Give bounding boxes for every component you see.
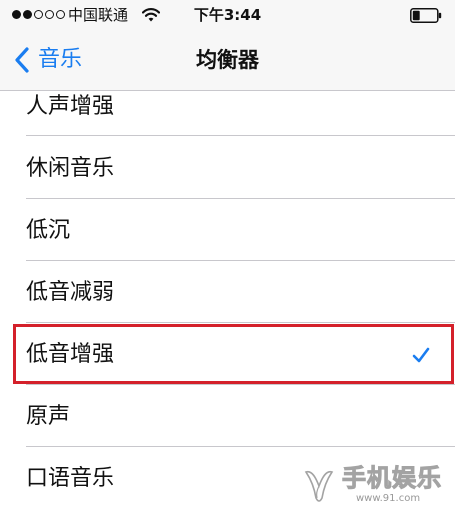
watermark-url: www.91.com xyxy=(356,493,421,504)
watermark: 手机娱乐 www.91.com xyxy=(298,462,450,508)
list-item-label: 口语音乐 xyxy=(26,466,115,491)
list-item-label: 休闲音乐 xyxy=(26,156,115,181)
list-item-label: 低沉 xyxy=(26,218,71,243)
list-item-label: 低音增强 xyxy=(26,342,115,367)
phone-screen: 中国联通 下午3:44 音乐 均衡器 人声增强 休闲音乐 低沉 低音减弱 低音增… xyxy=(0,0,455,510)
status-bar: 中国联通 下午3:44 xyxy=(0,0,455,30)
page-title: 均衡器 xyxy=(196,48,259,72)
list-item[interactable]: 低沉 xyxy=(0,199,455,261)
watermark-logo-icon xyxy=(304,470,334,502)
list-item[interactable]: 低音减弱 xyxy=(0,261,455,323)
clock-time: 下午3:44 xyxy=(193,6,262,24)
list-item[interactable]: 休闲音乐 xyxy=(0,137,455,199)
equalizer-list: 人声增强 休闲音乐 低沉 低音减弱 低音增强 原声 口语音乐 xyxy=(0,91,455,510)
list-item-selected[interactable]: 低音增强 xyxy=(0,323,455,385)
checkmark-icon xyxy=(412,347,430,363)
list-item-label: 原声 xyxy=(26,404,71,429)
list-item[interactable]: 原声 xyxy=(0,385,455,447)
battery-icon xyxy=(410,8,442,23)
watermark-text: 手机娱乐 xyxy=(342,464,442,493)
list-item-label: 低音减弱 xyxy=(26,280,115,305)
list-item-label: 人声增强 xyxy=(26,94,115,119)
divider xyxy=(26,135,455,136)
navigation-bar: 音乐 均衡器 xyxy=(0,30,455,91)
